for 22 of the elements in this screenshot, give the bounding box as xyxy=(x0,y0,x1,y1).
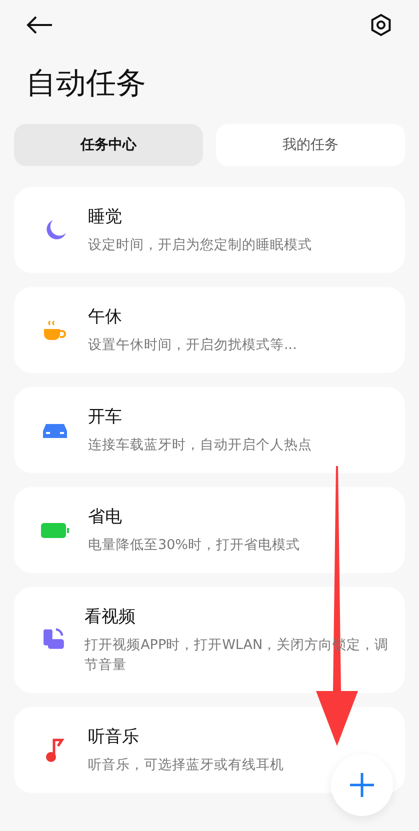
tab[interactable]: 我的任务 xyxy=(216,124,405,166)
plus-icon xyxy=(349,772,375,798)
task-title: 开车 xyxy=(88,406,123,428)
task-description: 设置午休时间，开启勿扰模式等... xyxy=(88,336,297,355)
task-title: 午休 xyxy=(88,306,123,328)
settings-button[interactable] xyxy=(369,13,393,37)
task-card[interactable]: 睡觉 设定时间，开启为您定制的睡眠模式 xyxy=(14,187,405,273)
tab[interactable]: 任务中心 xyxy=(14,124,203,166)
task-title: 睡觉 xyxy=(88,206,123,228)
task-description: 听音乐，可选择蓝牙或有线耳机 xyxy=(88,756,284,775)
task-description: 连接车载蓝牙时，自动开启个人热点 xyxy=(88,436,312,455)
task-title: 看视频 xyxy=(84,606,137,628)
task-description: 设定时间，开启为您定制的睡眠模式 xyxy=(88,236,312,255)
task-description: 电量降低至30%时，打开省电模式 xyxy=(88,536,300,555)
task-title: 省电 xyxy=(88,506,123,528)
task-card[interactable]: 听音乐 听音乐，可选择蓝牙或有线耳机 xyxy=(14,707,405,793)
task-card[interactable]: 开车 连接车载蓝牙时，自动开启个人热点 xyxy=(14,387,405,473)
task-card[interactable]: 午休 设置午休时间，开启勿扰模式等... xyxy=(14,287,405,373)
back-button[interactable] xyxy=(26,15,54,35)
task-title: 听音乐 xyxy=(88,726,140,748)
task-card[interactable]: 省电 电量降低至30%时，打开省电模式 xyxy=(14,487,405,573)
page-title: 自动任务 xyxy=(26,65,147,103)
